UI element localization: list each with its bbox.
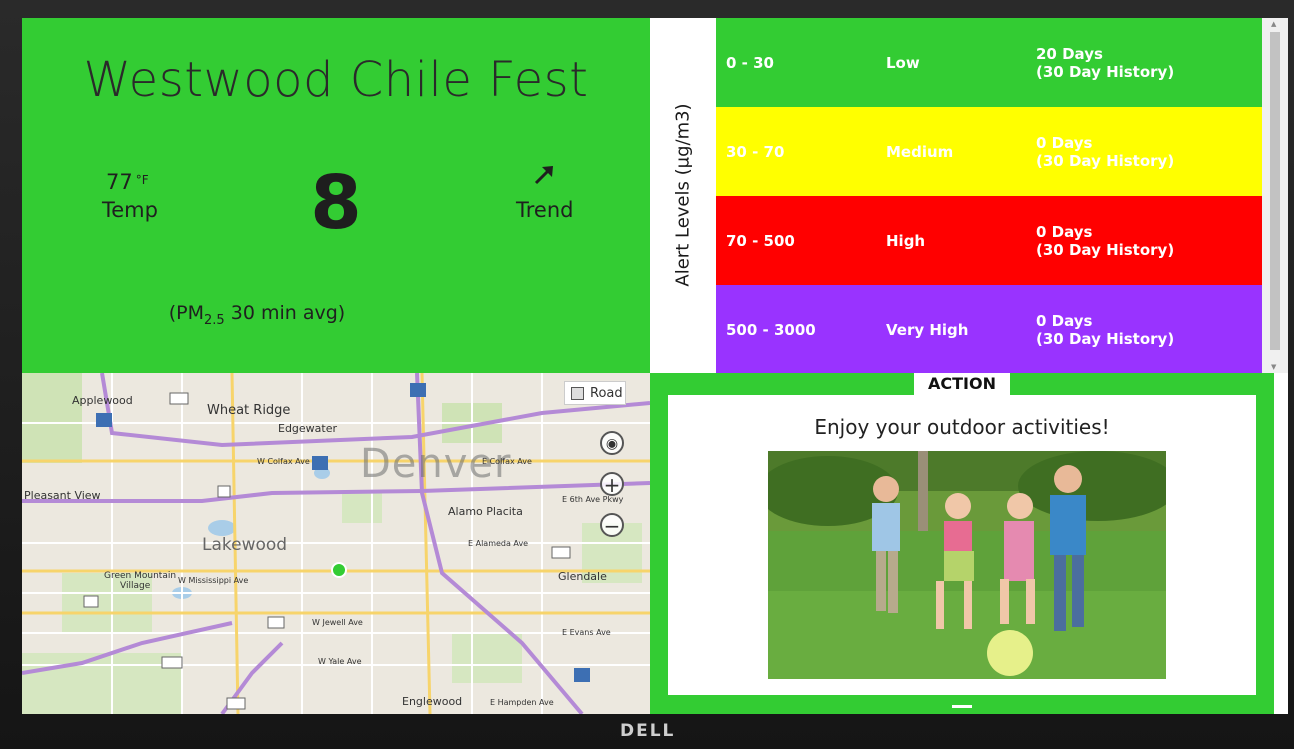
map-label-glendale: Glendale [558,570,607,583]
arrow-up-right-icon [534,166,553,185]
alert-levels-axis: Alert Levels (µg/m3) [650,18,716,373]
map-label-pleasant-view: Pleasant View [24,489,101,502]
alert-row-low: 0 - 30 Low 20 Days (30 Day History) [716,18,1262,107]
map-label-mississippi: W Mississippi Ave [178,576,249,585]
map-label-hampden: E Hampden Ave [490,698,554,707]
page-indicator[interactable] [952,705,972,708]
alert-level: High [886,231,926,250]
alert-days: 20 Days (30 Day History) [1036,18,1174,107]
alert-range: 0 - 30 [726,53,774,72]
road-view-button[interactable]: Road [564,381,626,405]
aqi-tile: Westwood Chile Fest 77 °F Temp 8 Trend (P… [22,18,650,373]
alert-days-count: 0 Days [1036,311,1093,330]
location-title: Westwood Chile Fest [83,52,589,108]
alert-days: 0 Days (30 Day History) [1036,285,1174,374]
sensor-location-marker[interactable] [331,562,347,578]
map-view[interactable]: Applewood Wheat Ridge Edgewater Pleasant… [22,373,650,714]
alert-levels-list[interactable]: 0 - 30 Low 20 Days (30 Day History) 30 - … [716,18,1262,374]
action-card: Enjoy your outdoor activities! [668,395,1256,695]
map-label-jewell: W Jewell Ave [312,618,363,627]
alert-range: 70 - 500 [726,231,795,250]
alert-days-count: 0 Days [1036,133,1093,152]
map-label-w-colfax: W Colfax Ave [257,457,310,466]
dashboard-screen: Westwood Chile Fest 77 °F Temp 8 Trend (P… [22,18,1288,714]
alert-days: 0 Days (30 Day History) [1036,107,1174,196]
action-tile: ACTION Enjoy your outdoor activities! [650,373,1274,714]
dell-logo: DELL [620,721,676,741]
alert-history: (30 Day History) [1036,151,1175,170]
alert-level: Medium [886,142,954,161]
map-label-evans: E Evans Ave [562,628,611,637]
map-label-village: Village [120,581,151,591]
alert-level: Very High [886,320,969,339]
scrollbar-thumb[interactable] [1270,32,1280,350]
pm-average-label: (PM2.5 30 min avg) [22,302,492,328]
alert-days-count: 0 Days [1036,222,1093,241]
map-label-edgewater: Edgewater [278,422,338,435]
map-label-green-mountain: Green Mountain [104,571,177,581]
alert-row-medium: 30 - 70 Medium 0 Days (30 Day History) [716,107,1262,196]
pm-subscript: 2.5 [204,312,225,328]
pm-suffix: 30 min avg) [224,302,346,324]
alert-days: 0 Days (30 Day History) [1036,196,1174,285]
scroll-down-icon[interactable]: ▼ [1271,363,1276,371]
alert-levels-label: Alert Levels (µg/m3) [672,103,694,287]
map-label-alamo-placita: Alamo Placita [448,505,523,518]
locate-me-icon[interactable]: ◉ [600,431,624,455]
zoom-out-icon[interactable]: − [600,513,624,537]
trend-label: Trend [516,198,574,222]
alert-history: (30 Day History) [1036,329,1175,348]
alert-levels-panel: Alert Levels (µg/m3) 0 - 30 Low 20 Days(… [650,18,1288,374]
map-label-applewood: Applewood [72,394,133,407]
alert-row-very-high: 500 - 3000 Very High 0 Days (30 Day Histo… [716,285,1262,374]
alert-history: (30 Day History) [1036,62,1175,81]
alert-scrollbar[interactable]: ▲ ▼ [1262,18,1288,373]
map-style-icon [571,386,584,400]
alert-range: 30 - 70 [726,142,785,161]
alert-range: 500 - 3000 [726,320,816,339]
alert-row-high: 70 - 500 High 0 Days (30 Day History) [716,196,1262,285]
map-label-wheat-ridge: Wheat Ridge [207,403,291,418]
alert-level: Low [886,53,920,72]
map-label-alameda: E Alameda Ave [468,539,529,548]
action-message: Enjoy your outdoor activities! [814,415,1110,439]
action-title: ACTION [914,373,1010,395]
zoom-in-icon[interactable]: + [600,472,624,496]
scroll-up-icon[interactable]: ▲ [1271,20,1276,28]
alert-days-count: 20 Days [1036,44,1103,63]
pm-prefix: (PM [168,302,205,324]
kids-playing-photo [768,451,1166,679]
road-view-label: Road [590,385,623,401]
map-label-lakewood: Lakewood [202,535,288,555]
map-label-englewood: Englewood [402,695,463,708]
map-label-yale: W Yale Ave [318,657,362,666]
alert-history: (30 Day History) [1036,240,1175,259]
map-label-colfax: E Colfax Ave [482,457,532,466]
